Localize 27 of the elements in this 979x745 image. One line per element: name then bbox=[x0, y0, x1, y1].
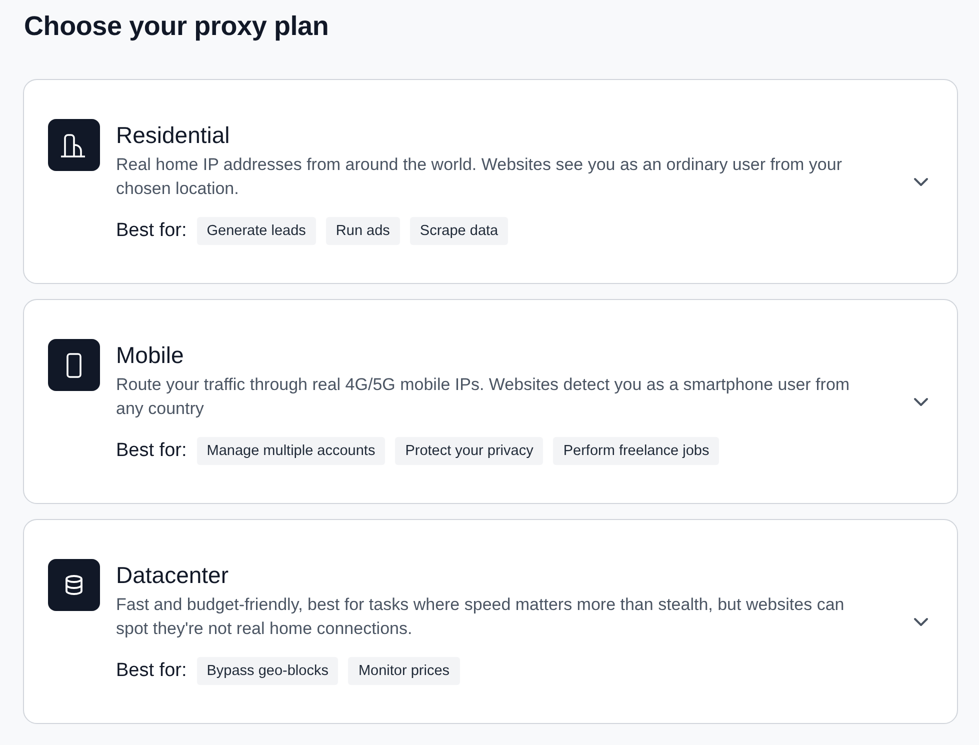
plan-description: Real home IP addresses from around the world. Websites see you as an ordinary user from your chosen location. bbox=[116, 154, 844, 200]
plan-name: Mobile bbox=[116, 341, 184, 370]
plan-description: Fast and budget-friendly, best for tasks where speed matters more than stealth, but websites can spot they're not real home connections. bbox=[116, 594, 846, 640]
page-title: Choose your proxy plan bbox=[24, 10, 329, 42]
database-icon bbox=[48, 559, 100, 611]
use-case-tag: Bypass geo-blocks bbox=[196, 657, 338, 685]
use-case-tag: Perform freelance jobs bbox=[553, 437, 720, 465]
best-for-label: Best for: bbox=[116, 220, 187, 242]
best-for-label: Best for: bbox=[116, 660, 187, 682]
plan-card[interactable]: Mobile Route your traffic through real 4G/5G mobile IPs. Websites detect you as a smartphone user from any country Best for: Manage multiple accounts Protect your privacy Perform freelance jobs bbox=[23, 299, 958, 504]
plan-name: Residential bbox=[116, 121, 230, 150]
use-case-tag: Run ads bbox=[326, 217, 400, 245]
chevron-down-icon[interactable] bbox=[913, 177, 929, 187]
use-case-tag: Protect your privacy bbox=[395, 437, 544, 465]
plan-card[interactable]: Residential Real home IP addresses from around the world. Websites see you as an ordinary user from your chosen location. Best for: Generate leads Run ads Scrape data bbox=[23, 79, 958, 284]
use-case-tag: Scrape data bbox=[410, 217, 508, 245]
use-case-tag: Monitor prices bbox=[348, 657, 460, 685]
plan-card[interactable]: Datacenter Fast and budget-friendly, best for tasks where speed matters more than stealth, but websites can spot they're not real home connections. Best for: Bypass geo-blocks Monitor prices bbox=[23, 519, 958, 724]
use-case-tag: Manage multiple accounts bbox=[196, 437, 386, 465]
use-case-tag: Generate leads bbox=[196, 217, 316, 245]
best-for-label: Best for: bbox=[116, 440, 187, 462]
chevron-down-icon[interactable] bbox=[913, 397, 929, 407]
plan-description: Route your traffic through real 4G/5G mobile IPs. Websites detect you as a smartphone user from any country bbox=[116, 374, 851, 420]
phone-icon bbox=[48, 339, 100, 391]
building-icon bbox=[48, 119, 100, 171]
chevron-down-icon[interactable] bbox=[913, 617, 929, 627]
plan-name: Datacenter bbox=[116, 561, 229, 590]
